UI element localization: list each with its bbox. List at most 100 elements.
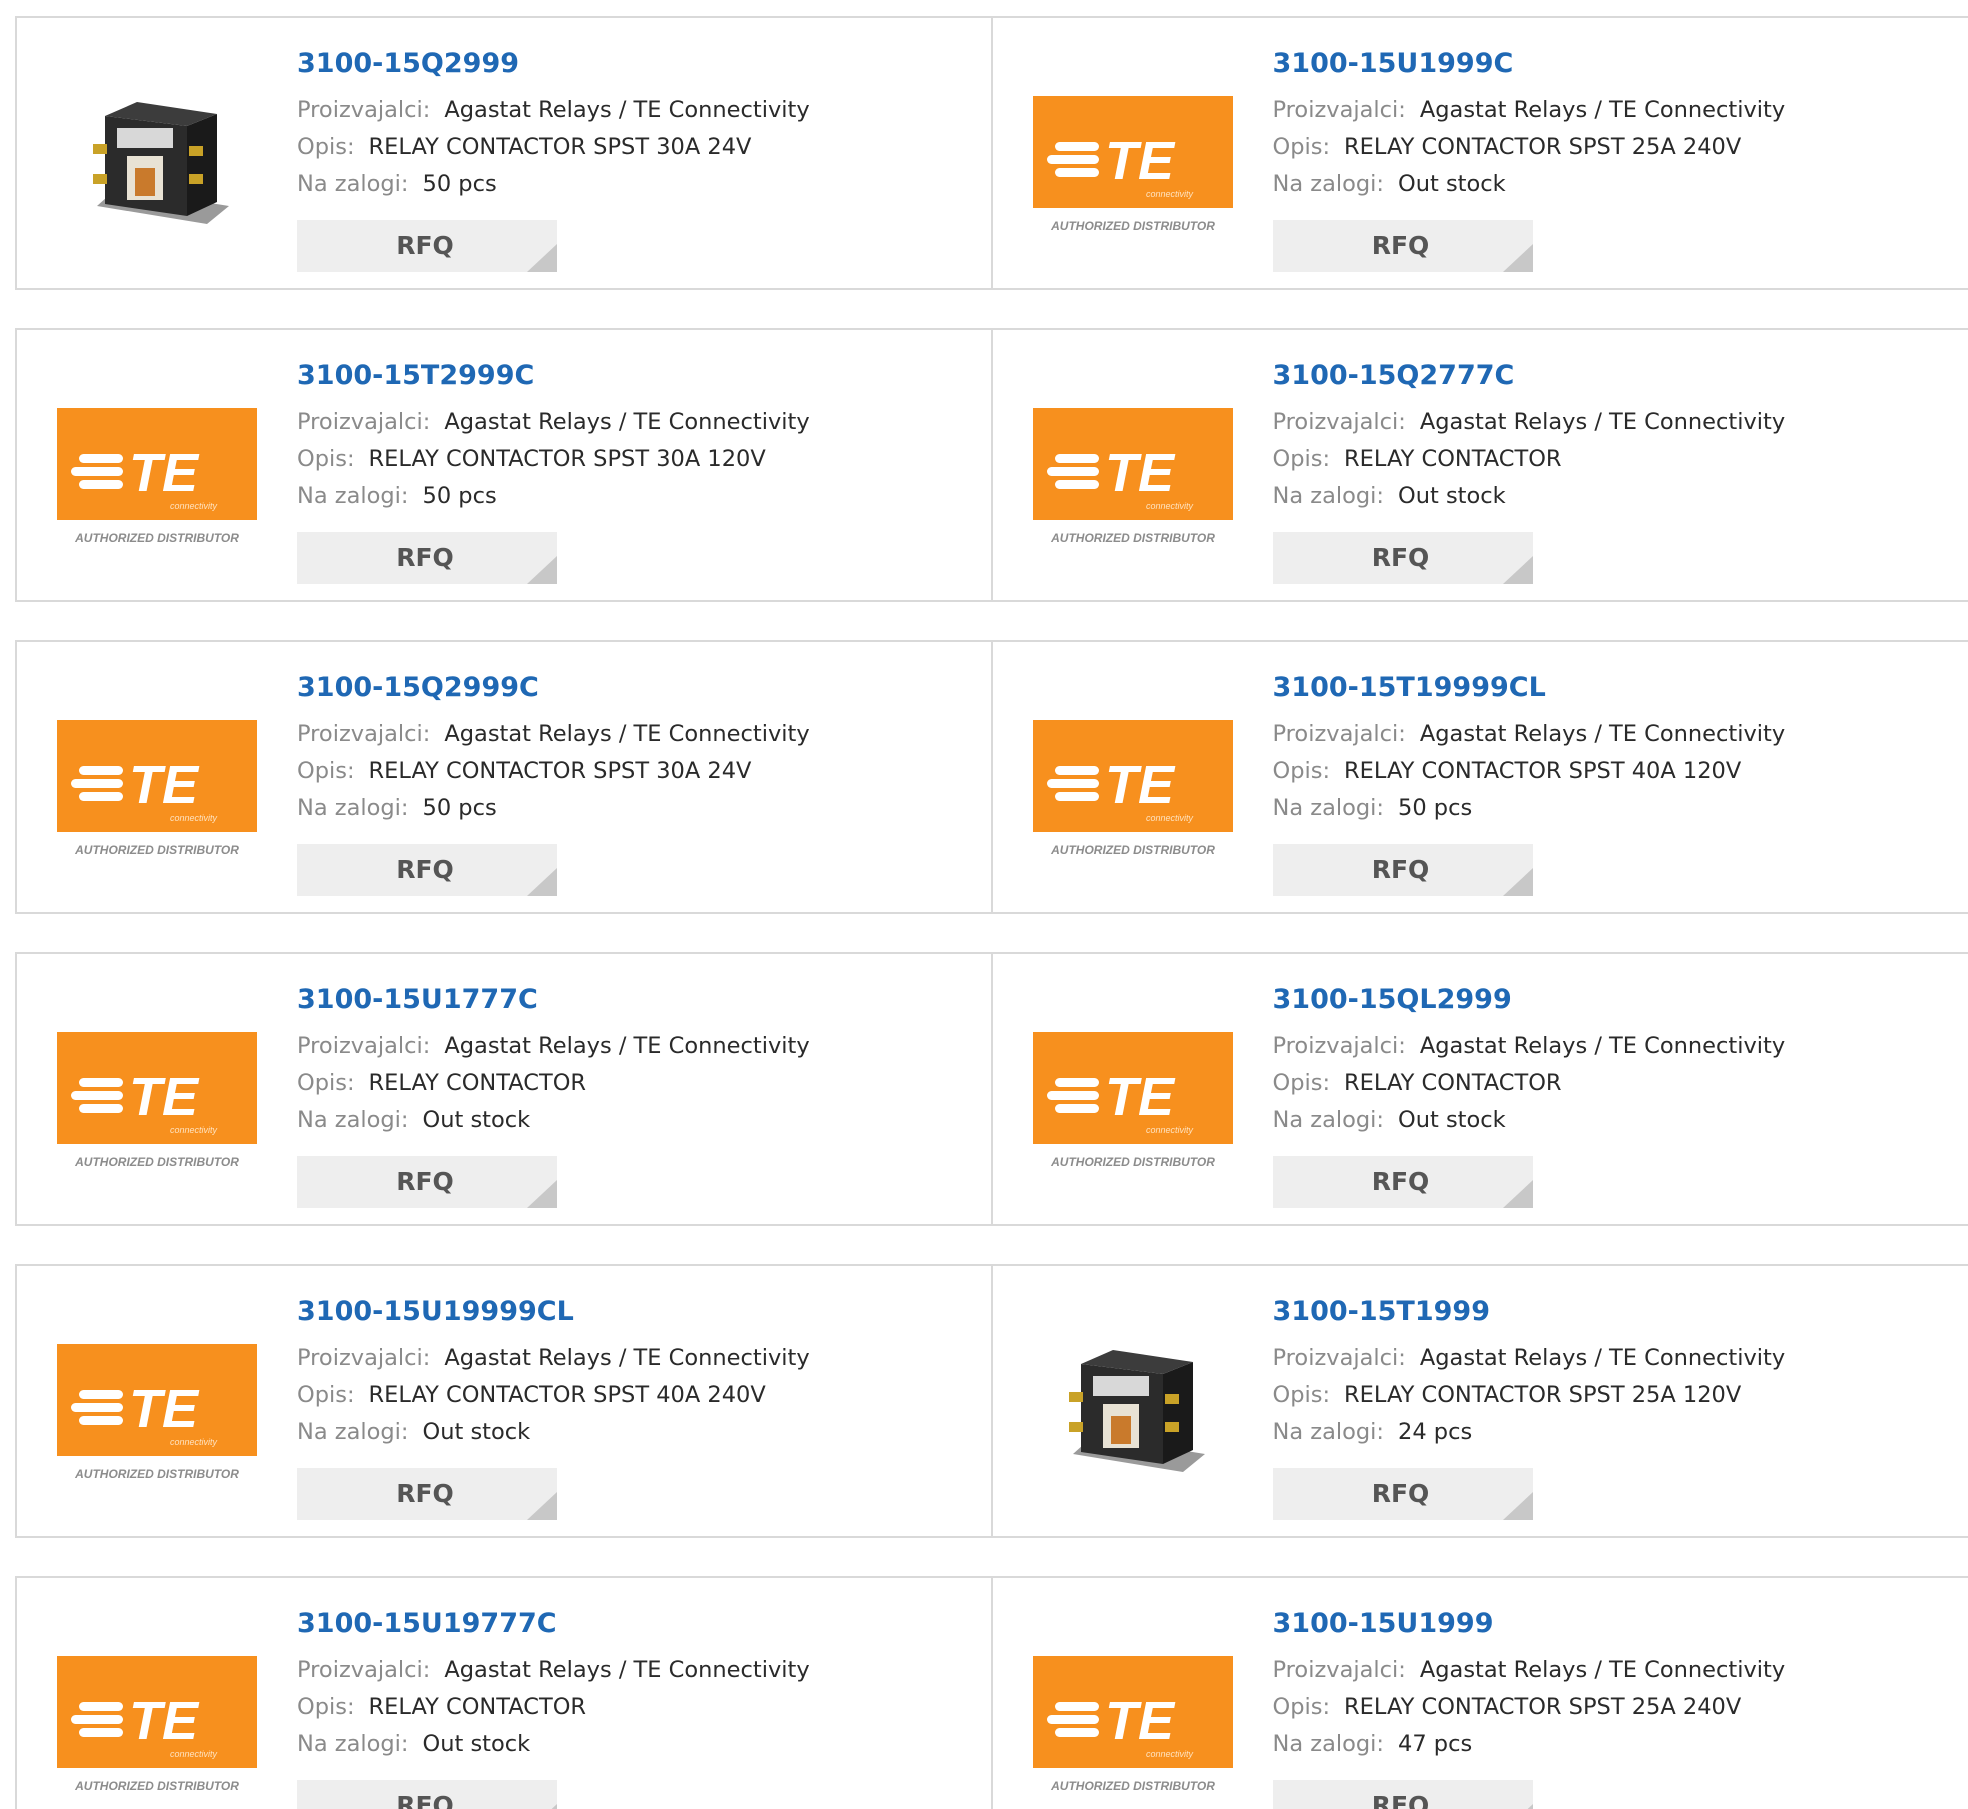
product-info: 3100-15U1777C Proizvajalci: Agastat Relay… (297, 982, 977, 1139)
product-card: TE connectivity AUTHORIZED DISTRIBUTOR 3… (17, 642, 993, 912)
product-info: 3100-15T1999 Proizvajalci: Agastat Relays… (1273, 1294, 1953, 1451)
manufacturer-label: Proizvajalci: (297, 1345, 431, 1371)
rfq-button[interactable]: RFQ (297, 220, 557, 272)
part-number-link[interactable]: 3100-15Q2999C (297, 670, 977, 706)
product-thumbnail[interactable]: TE connectivity AUTHORIZED DISTRIBUTOR (1032, 368, 1233, 568)
rfq-corner-decoration (1502, 868, 1533, 896)
description-line: Opis: RELAY CONTACTOR (1273, 441, 1953, 478)
description-value: RELAY CONTACTOR SPST 25A 240V (1344, 1694, 1742, 1720)
rfq-label: RFQ (1371, 1791, 1430, 1809)
part-number-link[interactable]: 3100-15Q2777C (1273, 358, 1953, 394)
product-thumbnail[interactable]: TE connectivity AUTHORIZED DISTRIBUTOR (57, 368, 257, 568)
description-label: Opis: (1272, 134, 1331, 160)
description-line: Opis: RELAY CONTACTOR SPST 30A 120V (297, 441, 977, 478)
rfq-button[interactable]: RFQ (1272, 1468, 1533, 1520)
part-number-link[interactable]: 3100-15T2999C (297, 358, 977, 394)
rfq-button[interactable]: RFQ (1272, 220, 1533, 272)
te-logo-brand: TE (129, 1379, 200, 1439)
manufacturer-value: Agastat Relays / TE Connectivity (1419, 1657, 1786, 1683)
te-logo-sub: connectivity (1145, 189, 1193, 199)
stock-value: Out stock (1398, 171, 1506, 197)
product-row: 3100-15Q2999 Proizvajalci: Agastat Relays… (15, 16, 1968, 290)
part-number-link[interactable]: 3100-15Q2999 (297, 46, 977, 82)
product-thumbnail[interactable]: TE connectivity AUTHORIZED DISTRIBUTOR (57, 1304, 257, 1504)
te-logo-sub: connectivity (170, 813, 218, 823)
manufacturer-value: Agastat Relays / TE Connectivity (1419, 721, 1786, 747)
rfq-label: RFQ (396, 1791, 454, 1809)
product-thumbnail[interactable]: TE connectivity AUTHORIZED DISTRIBUTOR (1032, 680, 1233, 880)
stock-value: 50 pcs (422, 795, 497, 821)
rfq-button[interactable]: RFQ (1272, 1156, 1533, 1208)
manufacturer-line: Proizvajalci: Agastat Relays / TE Connect… (297, 1652, 977, 1689)
part-number-link[interactable]: 3100-15U19999CL (297, 1294, 977, 1330)
rfq-button[interactable]: RFQ (297, 1780, 557, 1809)
rfq-button[interactable]: RFQ (1272, 844, 1533, 896)
product-thumbnail[interactable] (1033, 1304, 1233, 1504)
manufacturer-label: Proizvajalci: (1272, 409, 1406, 435)
product-thumbnail[interactable]: TE connectivity AUTHORIZED DISTRIBUTOR (57, 992, 257, 1192)
te-logo-caption: AUTHORIZED DISTRIBUTOR (1050, 1155, 1215, 1169)
te-logo-caption: AUTHORIZED DISTRIBUTOR (74, 1779, 239, 1793)
rfq-button[interactable]: RFQ (1272, 532, 1533, 584)
stock-label: Na zalogi: (297, 1107, 409, 1133)
te-logo-sub: connectivity (1145, 813, 1193, 823)
te-logo-icon: TE connectivity AUTHORIZED DISTRIBUTOR (57, 1656, 257, 1793)
manufacturer-value: Agastat Relays / TE Connectivity (1419, 1033, 1786, 1059)
product-row: TE connectivity AUTHORIZED DISTRIBUTOR 3… (15, 1576, 1968, 1809)
description-label: Opis: (297, 758, 355, 784)
manufacturer-value: Agastat Relays / TE Connectivity (1419, 97, 1786, 123)
te-logo-sub: connectivity (170, 1749, 218, 1759)
te-logo-caption: AUTHORIZED DISTRIBUTOR (1050, 843, 1215, 857)
manufacturer-label: Proizvajalci: (1272, 97, 1406, 123)
rfq-button[interactable]: RFQ (297, 532, 557, 584)
description-label: Opis: (297, 1070, 355, 1096)
product-thumbnail[interactable]: TE connectivity AUTHORIZED DISTRIBUTOR (57, 1616, 257, 1809)
manufacturer-line: Proizvajalci: Agastat Relays / TE Connect… (1273, 1652, 1953, 1689)
te-logo-caption: AUTHORIZED DISTRIBUTOR (74, 531, 239, 545)
rfq-label: RFQ (1371, 855, 1430, 884)
product-card: TE connectivity AUTHORIZED DISTRIBUTOR 3… (17, 1578, 993, 1809)
product-info: 3100-15Q2999 Proizvajalci: Agastat Relays… (297, 46, 977, 203)
description-label: Opis: (297, 446, 355, 472)
rfq-label: RFQ (1371, 543, 1430, 572)
product-info: 3100-15Q2777C Proizvajalci: Agastat Relay… (1273, 358, 1953, 515)
rfq-button[interactable]: RFQ (297, 1156, 557, 1208)
te-logo-sub: connectivity (1145, 501, 1193, 511)
rfq-button[interactable]: RFQ (1272, 1780, 1533, 1809)
rfq-label: RFQ (396, 231, 454, 260)
te-logo-sub: connectivity (1145, 1125, 1193, 1135)
te-logo-caption: AUTHORIZED DISTRIBUTOR (1050, 1779, 1215, 1793)
rfq-button[interactable]: RFQ (297, 1468, 557, 1520)
product-card: 3100-15T1999 Proizvajalci: Agastat Relays… (993, 1266, 1968, 1536)
product-thumbnail[interactable]: TE connectivity AUTHORIZED DISTRIBUTOR (1032, 1616, 1233, 1809)
stock-value: 47 pcs (1398, 1731, 1473, 1757)
rfq-corner-decoration (527, 556, 557, 584)
manufacturer-label: Proizvajalci: (1272, 721, 1406, 747)
product-thumbnail[interactable] (57, 56, 257, 256)
part-number-link[interactable]: 3100-15T1999 (1273, 1294, 1953, 1330)
product-info: 3100-15U1999C Proizvajalci: Agastat Relay… (1273, 46, 1953, 203)
part-number-link[interactable]: 3100-15T19999CL (1273, 670, 1953, 706)
stock-value: Out stock (422, 1107, 531, 1133)
part-number-link[interactable]: 3100-15U1999 (1273, 1606, 1953, 1642)
manufacturer-value: Agastat Relays / TE Connectivity (444, 97, 810, 123)
rfq-button[interactable]: RFQ (297, 844, 557, 896)
stock-value: 50 pcs (1398, 795, 1473, 821)
rfq-label: RFQ (1371, 231, 1430, 260)
stock-label: Na zalogi: (1272, 795, 1385, 821)
product-thumbnail[interactable]: TE connectivity AUTHORIZED DISTRIBUTOR (57, 680, 257, 880)
manufacturer-value: Agastat Relays / TE Connectivity (444, 1033, 810, 1059)
part-number-link[interactable]: 3100-15U1777C (297, 982, 977, 1018)
te-logo-sub: connectivity (170, 1125, 218, 1135)
product-thumbnail[interactable]: TE connectivity AUTHORIZED DISTRIBUTOR (1032, 992, 1233, 1192)
part-number-link[interactable]: 3100-15U19777C (297, 1606, 977, 1642)
part-number-link[interactable]: 3100-15QL2999 (1273, 982, 1953, 1018)
te-logo-icon: TE connectivity AUTHORIZED DISTRIBUTOR (57, 408, 257, 545)
description-line: Opis: RELAY CONTACTOR SPST 25A 120V (1273, 1377, 1953, 1414)
manufacturer-line: Proizvajalci: Agastat Relays / TE Connect… (297, 92, 977, 129)
relay-photo-icon (93, 102, 229, 224)
part-number-link[interactable]: 3100-15U1999C (1273, 46, 1953, 82)
product-thumbnail[interactable]: TE connectivity AUTHORIZED DISTRIBUTOR (1032, 56, 1233, 256)
stock-label: Na zalogi: (1272, 483, 1385, 509)
description-line: Opis: RELAY CONTACTOR SPST 25A 240V (1273, 1689, 1953, 1726)
